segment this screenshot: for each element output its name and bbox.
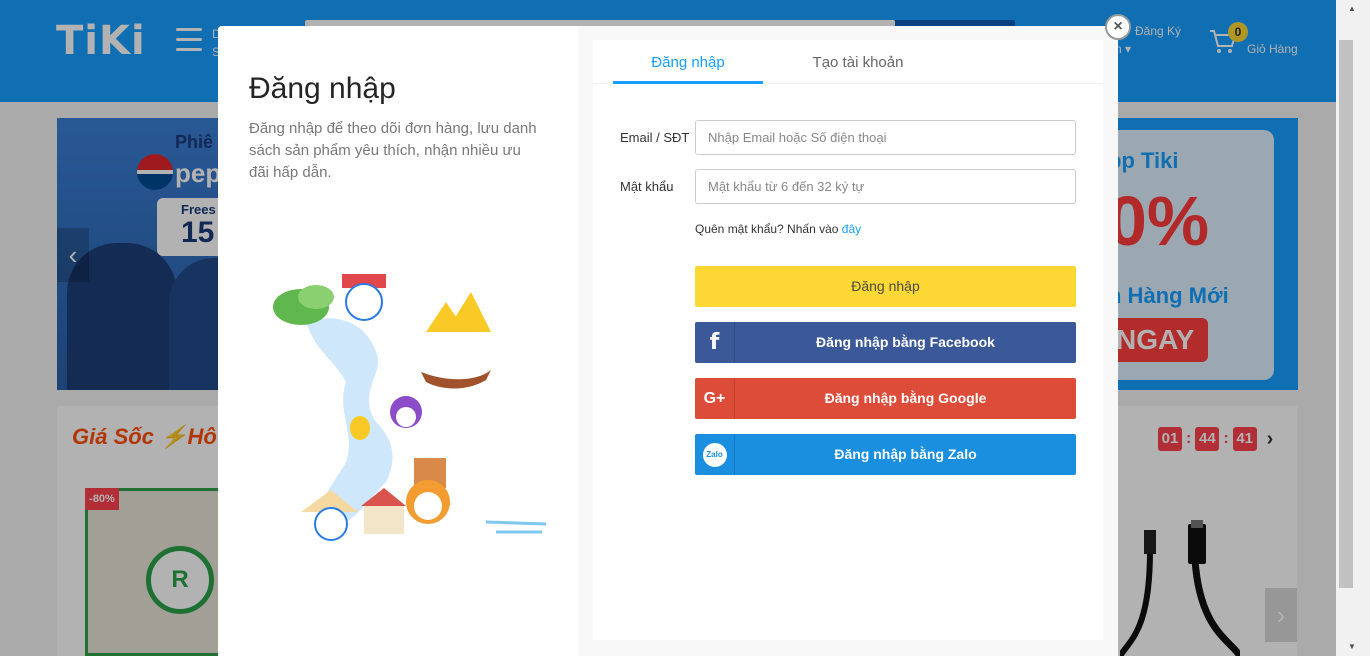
modal-description: Đăng nhập để theo dõi đơn hàng, lưu danh… xyxy=(249,120,537,181)
facebook-login-button[interactable]: f Đăng nhập bằng Facebook xyxy=(695,322,1076,363)
tab-login[interactable]: Đăng nhập xyxy=(613,54,763,84)
login-form-panel: Đăng nhập Tạo tài khoản Email / SĐT Mật … xyxy=(593,40,1103,640)
login-modal: Đăng nhập Đăng nhập để theo dõi đơn hàng… xyxy=(218,26,1118,656)
password-field[interactable] xyxy=(695,169,1076,204)
scroll-up-icon[interactable]: ▲ xyxy=(1348,4,1356,13)
scrollbar-thumb[interactable] xyxy=(1339,40,1353,588)
email-field[interactable] xyxy=(695,120,1076,155)
tab-create-account[interactable]: Tạo tài khoản xyxy=(763,54,953,84)
forgot-password: Quên mật khẩu? Nhấn vào đây xyxy=(695,222,862,236)
scroll-down-icon[interactable]: ▼ xyxy=(1348,642,1356,651)
auth-tabs: Đăng nhập Tạo tài khoản xyxy=(593,40,1103,84)
login-button[interactable]: Đăng nhập xyxy=(695,266,1076,307)
facebook-icon: f xyxy=(695,322,735,363)
modal-intro-panel: Đăng nhập Đăng nhập để theo dõi đơn hàng… xyxy=(218,26,578,656)
zalo-icon: Zalo xyxy=(695,434,735,475)
forgot-password-link[interactable]: đây xyxy=(842,222,861,236)
password-label: Mật khẩu xyxy=(620,179,674,194)
close-modal-button[interactable]: × xyxy=(1105,14,1131,40)
google-login-button[interactable]: G+ Đăng nhập bằng Google xyxy=(695,378,1076,419)
vietnam-map-illustration xyxy=(273,274,547,541)
page-scrollbar[interactable]: ▲ ▼ xyxy=(1336,0,1370,656)
google-plus-icon: G+ xyxy=(695,378,735,419)
zalo-login-button[interactable]: Zalo Đăng nhập bằng Zalo xyxy=(695,434,1076,475)
modal-title: Đăng nhập xyxy=(249,72,396,105)
email-label: Email / SĐT xyxy=(620,130,690,145)
